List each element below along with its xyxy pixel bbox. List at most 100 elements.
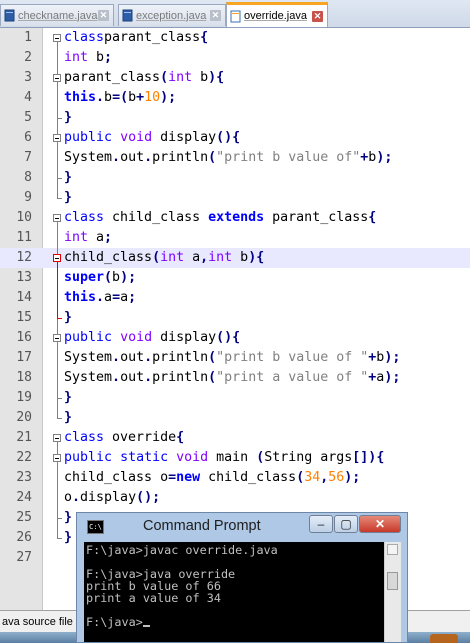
line-number: 17 bbox=[16, 350, 32, 365]
text-cursor bbox=[142, 625, 150, 627]
code-line[interactable]: 10 class child_class extends parant_class… bbox=[0, 208, 470, 228]
taskbar-item[interactable] bbox=[430, 634, 458, 643]
line-number: 20 bbox=[16, 410, 32, 425]
line-number: 9 bbox=[24, 190, 32, 205]
code-line[interactable]: 13 super(b); bbox=[0, 268, 470, 288]
code-line[interactable]: 15} bbox=[0, 308, 470, 328]
fold-end-marker bbox=[57, 518, 62, 519]
fold-guide bbox=[57, 222, 58, 418]
line-number: 1 bbox=[24, 30, 32, 45]
close-tab-icon[interactable]: ✕ bbox=[312, 10, 323, 22]
line-number: 16 bbox=[16, 330, 32, 345]
code-line[interactable]: 9} bbox=[0, 188, 470, 208]
line-number: 10 bbox=[16, 210, 32, 225]
line-number: 18 bbox=[16, 370, 32, 385]
status-file-type: ava source file bbox=[2, 616, 73, 628]
fold-end-marker bbox=[57, 198, 62, 199]
code-text: class override{ bbox=[64, 430, 185, 445]
tab-label: override.java bbox=[244, 10, 307, 22]
fold-end-marker bbox=[57, 118, 62, 119]
fold-toggle-icon[interactable] bbox=[53, 434, 61, 442]
code-text: System.out.println("print a value of "+a… bbox=[64, 370, 401, 385]
command-prompt-titlebar[interactable]: C:\ Command Prompt – ▢ ✕ bbox=[77, 513, 407, 541]
fold-toggle-icon[interactable] bbox=[53, 214, 61, 222]
fold-end-marker bbox=[57, 538, 62, 539]
code-line[interactable]: 18 System.out.println("print a value of "… bbox=[0, 368, 470, 388]
code-line[interactable]: 24 o.display(); bbox=[0, 488, 470, 508]
file-icon bbox=[4, 9, 15, 22]
close-tab-icon[interactable]: ✕ bbox=[210, 10, 221, 21]
line-number: 4 bbox=[24, 90, 32, 105]
code-line[interactable]: 2 int b; bbox=[0, 48, 470, 68]
code-line[interactable]: 5} bbox=[0, 108, 470, 128]
line-number: 7 bbox=[24, 150, 32, 165]
fold-guide bbox=[57, 42, 58, 198]
fold-toggle-icon[interactable] bbox=[53, 454, 61, 462]
console-scrollbar[interactable] bbox=[384, 542, 401, 642]
tab-bar: checkname.java ✕ exception.java ✕ override.j… bbox=[0, 0, 470, 28]
fold-toggle-icon[interactable] bbox=[53, 334, 61, 342]
fold-toggle-icon[interactable] bbox=[53, 134, 61, 142]
line-number: 19 bbox=[16, 390, 32, 405]
code-line[interactable]: 8} bbox=[0, 168, 470, 188]
code-text: public void display(){ bbox=[64, 130, 241, 145]
code-text: public void display(){ bbox=[64, 330, 241, 345]
code-line[interactable]: 23 child_class o=new child_class(34,56); bbox=[0, 468, 470, 488]
fold-end-marker bbox=[57, 398, 62, 399]
code-text: this.a=a; bbox=[64, 290, 137, 305]
maximize-button[interactable]: ▢ bbox=[334, 515, 358, 533]
code-line[interactable]: 6 public void display(){ bbox=[0, 128, 470, 148]
code-line[interactable]: 1 classparant_class{ bbox=[0, 28, 470, 48]
command-prompt-title: Command Prompt bbox=[143, 518, 261, 534]
tab-checkname-java[interactable]: checkname.java ✕ bbox=[0, 4, 114, 26]
code-line[interactable]: 11 int a; bbox=[0, 228, 470, 248]
file-icon bbox=[230, 10, 241, 22]
code-text: } bbox=[64, 530, 73, 545]
code-line[interactable]: 7 System.out.println("print b value of"+b… bbox=[0, 148, 470, 168]
line-number: 6 bbox=[24, 130, 32, 145]
console-output[interactable]: F:\java>javac override.java F:\java>java … bbox=[84, 542, 384, 642]
code-line[interactable]: 22 public static void main (String args[]… bbox=[0, 448, 470, 468]
tab-exception-java[interactable]: exception.java ✕ bbox=[118, 4, 226, 26]
scroll-up-button[interactable] bbox=[387, 544, 398, 555]
code-line[interactable]: 14 this.a=a; bbox=[0, 288, 470, 308]
fold-margin[interactable] bbox=[52, 28, 62, 610]
code-text: } bbox=[64, 390, 73, 405]
code-line[interactable]: 19} bbox=[0, 388, 470, 408]
line-number: 23 bbox=[16, 470, 32, 485]
fold-toggle-icon[interactable] bbox=[53, 254, 61, 262]
tab-override-java[interactable]: override.java ✕ bbox=[226, 2, 328, 27]
line-number: 24 bbox=[16, 490, 32, 505]
close-button[interactable]: ✕ bbox=[359, 515, 401, 533]
command-prompt-window[interactable]: C:\ Command Prompt – ▢ ✕ F:\java>javac o… bbox=[76, 512, 408, 643]
line-number: 25 bbox=[16, 510, 32, 525]
fold-end-marker bbox=[57, 318, 62, 319]
code-line[interactable]: 17 System.out.println("print b value of "… bbox=[0, 348, 470, 368]
fold-toggle-icon[interactable] bbox=[53, 34, 61, 42]
fold-toggle-icon[interactable] bbox=[53, 74, 61, 82]
code-text: System.out.println("print b value of"+b)… bbox=[64, 150, 393, 165]
code-text: } bbox=[64, 410, 73, 425]
code-line[interactable]: 3 parant_class(int b){ bbox=[0, 68, 470, 88]
code-text: public static void main (String args[]){ bbox=[64, 450, 385, 465]
minimize-button[interactable]: – bbox=[309, 515, 333, 533]
code-text: parant_class(int b){ bbox=[64, 70, 225, 85]
code-text: child_class(int a,int b){ bbox=[64, 250, 265, 265]
code-line[interactable]: 20} bbox=[0, 408, 470, 428]
code-text: } bbox=[64, 170, 73, 185]
console-line: F:\java>javac override.java bbox=[86, 543, 278, 557]
code-text: child_class o=new child_class(34,56); bbox=[64, 470, 361, 485]
code-line[interactable]: 21 class override{ bbox=[0, 428, 470, 448]
close-tab-icon[interactable]: ✕ bbox=[98, 10, 109, 21]
code-line[interactable]: 4 this.b=(b+10); bbox=[0, 88, 470, 108]
line-number: 11 bbox=[16, 230, 32, 245]
line-number: 8 bbox=[24, 170, 32, 185]
fold-end-marker bbox=[57, 418, 62, 419]
code-line[interactable]: 16 public void display(){ bbox=[0, 328, 470, 348]
line-number: 12 bbox=[16, 250, 32, 265]
code-line[interactable]: 12 child_class(int a,int b){ bbox=[0, 248, 470, 268]
code-text: System.out.println("print b value of "+b… bbox=[64, 350, 401, 365]
scrollbar-thumb[interactable] bbox=[387, 572, 398, 590]
line-number: 26 bbox=[16, 530, 32, 545]
tab-label: checkname.java bbox=[18, 9, 98, 22]
